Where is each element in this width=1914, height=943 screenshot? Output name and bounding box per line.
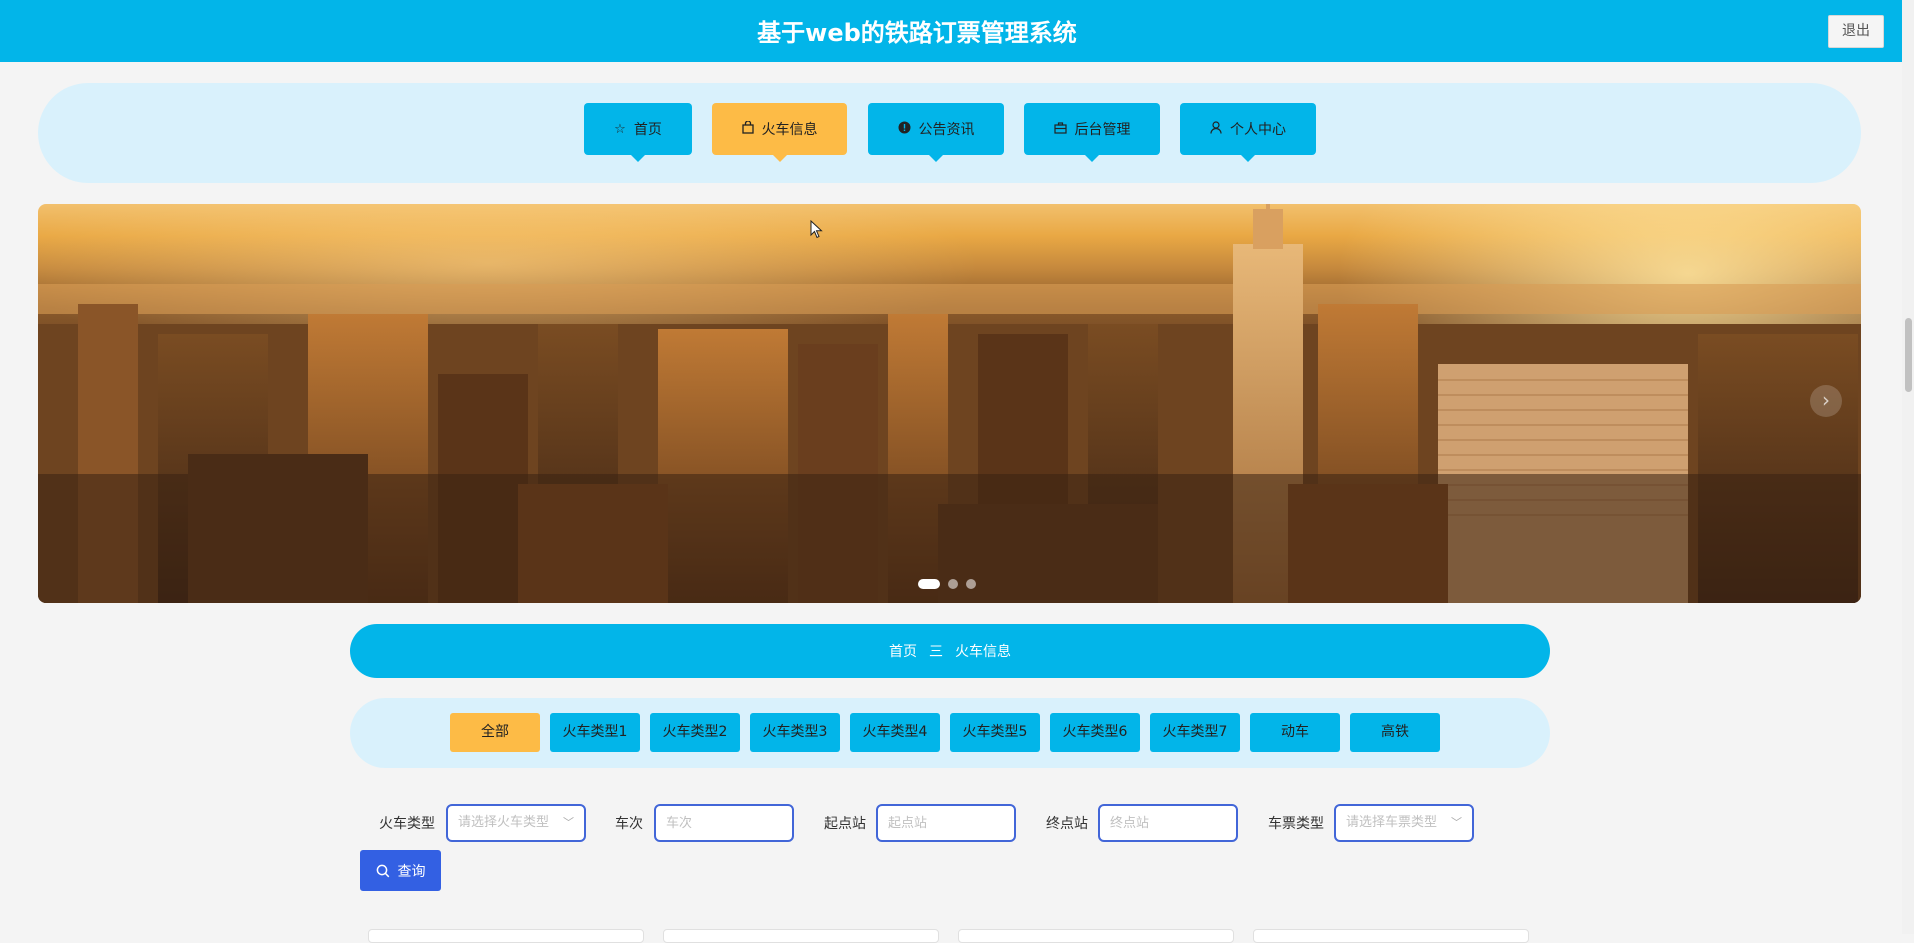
train-no-input[interactable] xyxy=(654,804,794,842)
category-item[interactable]: 火车类型4 xyxy=(850,713,940,752)
chevron-down-icon: ﹀ xyxy=(563,816,574,829)
category-item[interactable]: 火车类型1 xyxy=(550,713,640,752)
search-icon xyxy=(376,864,389,877)
carousel-indicators xyxy=(918,579,976,589)
briefcase-icon xyxy=(1053,121,1067,137)
mouse-cursor-icon xyxy=(810,220,823,239)
ticket-type-placeholder: 请选择车票类型 xyxy=(1346,815,1438,830)
category-item[interactable]: 火车类型7 xyxy=(1150,713,1240,752)
nav-item-label: 个人中心 xyxy=(1230,122,1286,138)
nav-item-label: 公告资讯 xyxy=(918,122,975,138)
breadcrumb-home[interactable]: 首页 xyxy=(889,641,917,661)
star-icon: ☆ xyxy=(614,121,626,137)
logout-button[interactable]: 退出 xyxy=(1828,15,1884,48)
bag-icon xyxy=(741,120,754,137)
end-station-input[interactable] xyxy=(1098,804,1238,842)
category-item[interactable]: 火车类型3 xyxy=(750,713,840,752)
category-item[interactable]: 高铁 xyxy=(1350,713,1440,752)
category-item[interactable]: 火车类型5 xyxy=(950,713,1040,752)
category-item[interactable]: 火车类型6 xyxy=(1050,713,1140,752)
nav-item-label: 火车信息 xyxy=(761,122,818,138)
banner-carousel[interactable]: › xyxy=(38,204,1861,603)
category-item[interactable]: 动车 xyxy=(1250,713,1340,752)
start-station-label: 起点站 xyxy=(824,816,866,832)
breadcrumb-current: 火车信息 xyxy=(955,644,1011,660)
nav-item-announcements[interactable]: 公告资讯 xyxy=(868,103,1004,162)
carousel-dot[interactable] xyxy=(918,579,940,589)
search-button[interactable]: 查询 xyxy=(360,850,441,891)
nav-item-admin[interactable]: 后台管理 xyxy=(1024,103,1160,162)
ticket-type-select[interactable]: 请选择车票类型 ﹀ xyxy=(1334,804,1474,842)
page-scrollbar[interactable] xyxy=(1902,0,1914,934)
nav-item-train-info[interactable]: 火车信息 xyxy=(712,103,847,162)
start-station-input[interactable] xyxy=(876,804,1016,842)
nav-item-home[interactable]: ☆ 首页 xyxy=(584,103,692,162)
city-skyline-image xyxy=(38,204,1861,603)
train-card[interactable] xyxy=(958,929,1234,943)
train-type-select[interactable]: 请选择火车类型 ﹀ xyxy=(446,804,586,842)
train-type-placeholder: 请选择火车类型 xyxy=(458,815,550,830)
top-header: 基于web的铁路订票管理系统 退出 xyxy=(0,0,1902,62)
carousel-dot[interactable] xyxy=(948,579,958,589)
category-all[interactable]: 全部 xyxy=(450,713,540,752)
breadcrumb-separator-icon: 三 xyxy=(929,644,943,660)
ticket-type-label: 车票类型 xyxy=(1268,816,1324,832)
category-item[interactable]: 火车类型2 xyxy=(650,713,740,752)
train-type-label: 火车类型 xyxy=(379,816,435,832)
nav-item-label: 后台管理 xyxy=(1074,122,1131,138)
page-title: 基于web的铁路订票管理系统 xyxy=(757,19,1077,47)
train-no-label: 车次 xyxy=(615,816,643,832)
train-card[interactable] xyxy=(368,929,644,943)
search-button-label: 查询 xyxy=(397,863,426,880)
nav-item-profile[interactable]: 个人中心 xyxy=(1180,103,1316,162)
breadcrumb: 首页 三 火车信息 xyxy=(350,624,1550,678)
train-card[interactable] xyxy=(1253,929,1529,943)
nav-item-label: 首页 xyxy=(633,122,662,138)
end-station-label: 终点站 xyxy=(1046,816,1088,832)
user-icon xyxy=(1210,121,1222,137)
chevron-right-icon[interactable]: › xyxy=(1810,385,1842,417)
train-card[interactable] xyxy=(663,929,939,943)
scrollbar-thumb[interactable] xyxy=(1905,318,1912,392)
info-icon xyxy=(898,121,911,137)
chevron-down-icon: ﹀ xyxy=(1451,816,1462,829)
carousel-dot[interactable] xyxy=(966,579,976,589)
